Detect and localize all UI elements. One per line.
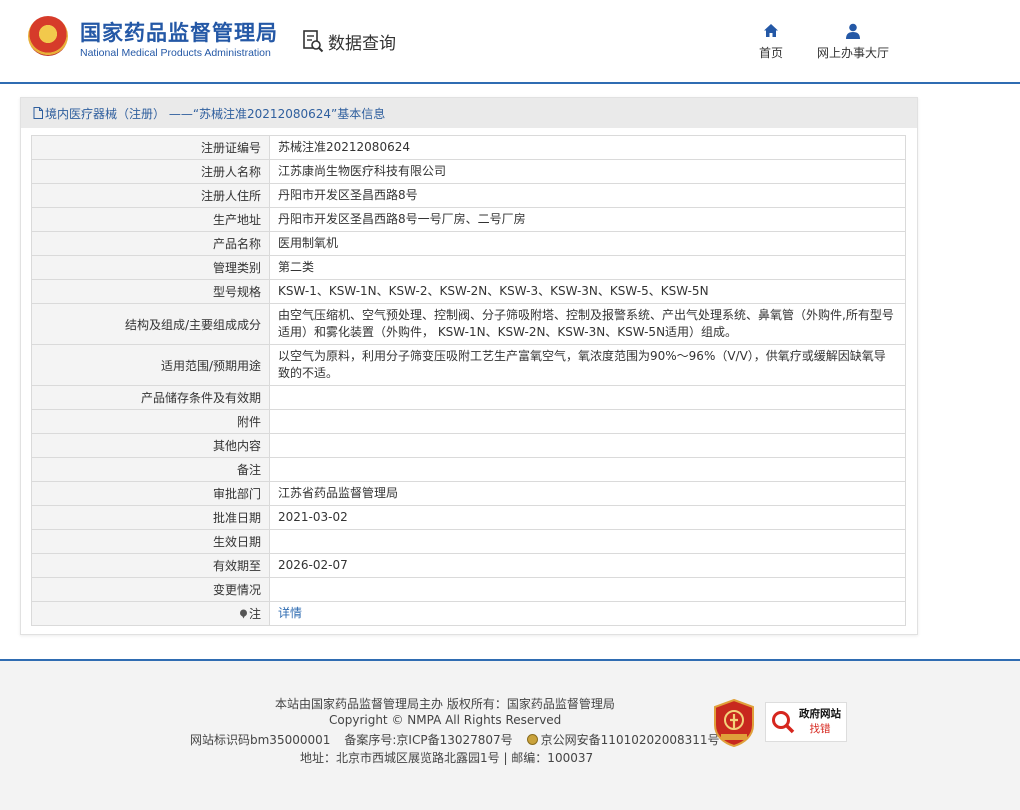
table-row: 产品名称 医用制氧机: [31, 231, 906, 256]
row-key: 生产地址: [31, 207, 270, 232]
nav-home-label: 首页: [758, 46, 783, 60]
row-value: 苏械注准20212080624: [269, 135, 906, 160]
table-row: 有效期至 2026-02-07: [31, 553, 906, 578]
row-value: 由空气压缩机、空气预处理、控制阀、分子筛吸附塔、控制及报警系统、产出气处理系统、…: [269, 303, 906, 345]
row-key: 有效期至: [31, 553, 270, 578]
row-key: 附件: [31, 409, 270, 434]
panel-title: 境内医疗器械（注册） ——“苏械注准20212080624”基本信息: [45, 106, 386, 121]
site-header: 国家药品监督管理局 National Medical Products Admi…: [0, 0, 1020, 84]
data-query-label: 数据查询: [328, 33, 396, 54]
footer-site-id: 网站标识码bm35000001: [190, 733, 331, 747]
gov-site-error-report-badge[interactable]: 政府网站 找错: [765, 702, 847, 742]
row-value: 2026-02-07: [269, 553, 906, 578]
document-search-icon: [303, 30, 324, 53]
row-key: 产品名称: [31, 231, 270, 256]
table-row: 注 详情: [31, 601, 906, 626]
row-value: 2021-03-02: [269, 505, 906, 530]
row-key: 变更情况: [31, 577, 270, 602]
table-row: 型号规格 KSW-1、KSW-1N、KSW-2、KSW-2N、KSW-3、KSW-…: [31, 279, 906, 304]
detail-panel: 境内医疗器械（注册） ——“苏械注准20212080624”基本信息 注册证编号…: [20, 97, 918, 635]
nav-service-label: 网上办事大厅: [816, 46, 889, 60]
table-row: 变更情况: [31, 577, 906, 602]
info-table: 注册证编号 苏械注准20212080624 注册人名称 江苏康尚生物医疗科技有限公司…: [31, 135, 906, 626]
row-value: [269, 577, 906, 602]
logo-title-en: National Medical Products Administration: [80, 47, 271, 59]
party-government-badge-icon[interactable]: [713, 699, 755, 747]
table-row: 审批部门 江苏省药品监督管理局: [31, 481, 906, 506]
gov-badge-text: 政府网站 找错: [796, 707, 844, 737]
table-row: 生产地址 丹阳市开发区圣昌西路8号一号厂房、二号厂房: [31, 207, 906, 232]
nav-online-service-hall[interactable]: 网上办事大厅: [812, 22, 894, 61]
note-key-label: 注: [248, 607, 261, 621]
gov-badge-line1: 政府网站: [799, 708, 841, 720]
row-value: 以空气为原料，利用分子筛变压吸附工艺生产富氧空气，氧浓度范围为90%～96%（V…: [269, 344, 906, 386]
police-badge-icon: [526, 734, 538, 745]
row-key: 注册证编号: [31, 135, 270, 160]
footer-address: 地址：北京市西城区展览路北露园1号 | 邮编：100037: [300, 751, 594, 765]
row-value: 医用制氧机: [269, 231, 906, 256]
footer-registration: 网站标识码bm35000001 备案序号:京ICP备13027807号 京公网安…: [190, 731, 720, 748]
row-value: [269, 433, 906, 458]
note-value-cell: 详情: [269, 601, 906, 626]
table-row: 附件: [31, 409, 906, 434]
nav-home[interactable]: 首页: [752, 22, 790, 61]
row-value: [269, 409, 906, 434]
row-key: 注册人名称: [31, 159, 270, 184]
row-key: 适用范围/预期用途: [31, 344, 270, 386]
table-row: 管理类别 第二类: [31, 255, 906, 280]
row-value: [269, 457, 906, 482]
gov-badge-line2: 找错: [809, 723, 831, 735]
row-key: 注册人住所: [31, 183, 270, 208]
row-key: 结构及组成/主要组成成分: [31, 303, 270, 345]
table-row: 生效日期: [31, 529, 906, 554]
table-row: 适用范围/预期用途 以空气为原料，利用分子筛变压吸附工艺生产富氧空气，氧浓度范围为…: [31, 344, 906, 386]
national-emblem-icon: [28, 16, 68, 56]
row-value: 丹阳市开发区圣昌西路8号: [269, 183, 906, 208]
magnifier-icon: [772, 711, 795, 734]
table-row: 注册人名称 江苏康尚生物医疗科技有限公司: [31, 159, 906, 184]
table-row: 批准日期 2021-03-02: [31, 505, 906, 530]
table-row: 注册人住所 丹阳市开发区圣昌西路8号: [31, 183, 906, 208]
row-value: 江苏省药品监督管理局: [269, 481, 906, 506]
footer-icp[interactable]: 备案序号:京ICP备13027807号: [344, 731, 512, 748]
document-icon: [33, 107, 43, 119]
row-key: 型号规格: [31, 279, 270, 304]
footer-police-label: 京公网安备11010202008311号: [540, 733, 720, 747]
note-key-cell: 注: [31, 601, 270, 626]
table-row: 备注: [31, 457, 906, 482]
row-key: 备注: [31, 457, 270, 482]
pin-icon: [239, 609, 247, 618]
note-key: 注: [239, 605, 261, 622]
table-row: 其他内容: [31, 433, 906, 458]
table-row: 结构及组成/主要组成成分 由空气压缩机、空气预处理、控制阀、分子筛吸附塔、控制及报…: [31, 303, 906, 345]
row-key: 管理类别: [31, 255, 270, 280]
row-key: 审批部门: [31, 481, 270, 506]
site-footer: 本站由国家药品监督管理局主办 版权所有：国家药品监督管理局 Copyright …: [0, 659, 1020, 810]
row-value: [269, 529, 906, 554]
row-value: 江苏康尚生物医疗科技有限公司: [269, 159, 906, 184]
row-value: 丹阳市开发区圣昌西路8号一号厂房、二号厂房: [269, 207, 906, 232]
row-value: KSW-1、KSW-1N、KSW-2、KSW-2N、KSW-3、KSW-3N、K…: [269, 279, 906, 304]
table-row: 注册证编号 苏械注准20212080624: [31, 135, 906, 160]
footer-copyright: Copyright © NMPA All Rights Reserved: [329, 713, 562, 727]
user-icon: [846, 23, 860, 39]
row-key: 产品储存条件及有效期: [31, 385, 270, 410]
row-key: 批准日期: [31, 505, 270, 530]
row-value: [269, 385, 906, 410]
table-row: 产品储存条件及有效期: [31, 385, 906, 410]
footer-police-record[interactable]: 京公网安备11010202008311号: [526, 731, 720, 748]
row-key: 生效日期: [31, 529, 270, 554]
row-value: 第二类: [269, 255, 906, 280]
footer-sponsor: 本站由国家药品监督管理局主办 版权所有：国家药品监督管理局: [275, 697, 615, 711]
row-key: 其他内容: [31, 433, 270, 458]
panel-title-bar: 境内医疗器械（注册） ——“苏械注准20212080624”基本信息: [21, 98, 917, 128]
home-icon: [764, 24, 778, 37]
logo-title-cn: 国家药品监督管理局: [80, 21, 278, 45]
data-query-link[interactable]: 数据查询: [302, 28, 396, 54]
details-link[interactable]: 详情: [278, 606, 302, 620]
